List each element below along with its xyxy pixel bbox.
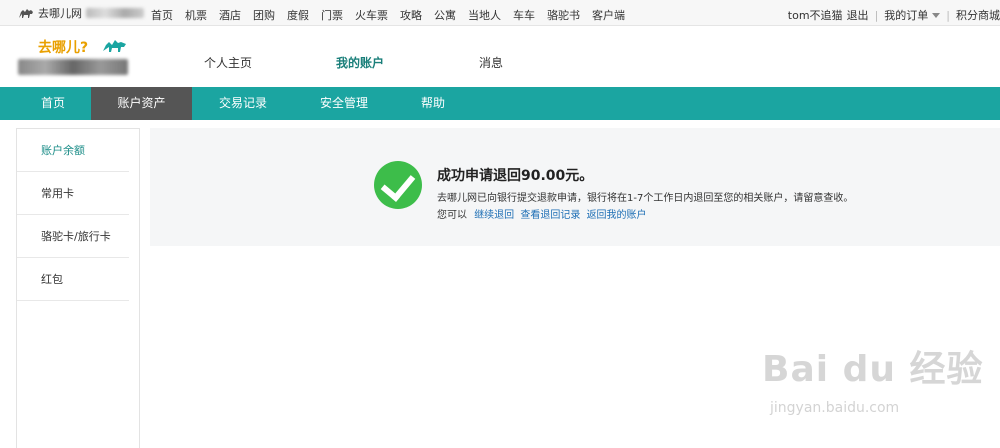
- logout-link[interactable]: 退出: [847, 7, 869, 23]
- site-logo[interactable]: 去哪儿?: [18, 35, 133, 80]
- header: 去哪儿? 个人主页 我的账户 消息: [0, 27, 1000, 87]
- main-nav-transactions[interactable]: 交易记录: [205, 87, 281, 120]
- top-nav-item[interactable]: 火车票: [355, 7, 388, 23]
- top-nav-item[interactable]: 车车: [513, 7, 535, 23]
- sidebar: 账户余额 常用卡 骆驼卡/旅行卡 红包: [16, 128, 140, 448]
- success-title: 成功申请退回90.00元。: [437, 168, 594, 184]
- camel-icon: [19, 9, 33, 18]
- top-nav-item[interactable]: 首页: [151, 7, 173, 23]
- sidebar-item-red-packet[interactable]: 红包: [17, 258, 129, 301]
- top-nav-item[interactable]: 公寓: [434, 7, 456, 23]
- divider: |: [874, 8, 879, 22]
- top-nav-item[interactable]: 酒店: [219, 7, 241, 23]
- blurred-username: [86, 8, 144, 18]
- top-nav-item[interactable]: 当地人: [468, 7, 501, 23]
- main-nav-help[interactable]: 帮助: [408, 87, 458, 120]
- top-nav-item[interactable]: 骆驼书: [547, 7, 580, 23]
- refund-records-link[interactable]: 查看退回记录: [520, 210, 580, 221]
- divider: |: [946, 8, 950, 22]
- main-nav: 首页 账户资产 交易记录 安全管理 帮助: [0, 87, 1000, 120]
- next-actions: 您可以 继续退回 查看退回记录 返回我的账户: [437, 206, 650, 221]
- top-brand-text: 去哪儿网: [38, 7, 82, 20]
- main-nav-account-assets[interactable]: 账户资产: [91, 87, 192, 120]
- logo-text: 去哪儿?: [38, 40, 89, 56]
- top-nav-item[interactable]: 攻略: [400, 7, 422, 23]
- top-nav: 首页 机票 酒店 团购 度假 门票 火车票 攻略 公寓 当地人 车车 骆驼书 客…: [151, 7, 637, 23]
- success-description: 去哪儿网已向银行提交退款申请，银行将在1-7个工作日内退回至您的相关账户，请留意…: [437, 193, 854, 204]
- sidebar-item-travel-card[interactable]: 骆驼卡/旅行卡: [17, 215, 129, 258]
- top-nav-item[interactable]: 客户端: [592, 7, 625, 23]
- my-orders-link[interactable]: 我的订单: [884, 7, 928, 23]
- chevron-down-icon[interactable]: [932, 12, 941, 18]
- baidu-jingyan-watermark: Bai du 经验 jingyan.baidu.com: [762, 340, 984, 416]
- next-actions-prefix: 您可以: [437, 210, 467, 221]
- success-panel: 成功申请退回90.00元。 去哪儿网已向银行提交退款申请，银行将在1-7个工作日…: [150, 128, 1000, 246]
- points-mall-link[interactable]: 积分商城: [956, 7, 1000, 23]
- header-nav-messages[interactable]: 消息: [479, 54, 503, 71]
- top-utility-bar: 去哪儿网 首页 机票 酒店 团购 度假 门票 火车票 攻略 公寓 当地人 车车 …: [0, 0, 1000, 26]
- main-nav-security[interactable]: 安全管理: [306, 87, 382, 120]
- sidebar-item-balance[interactable]: 账户余额: [17, 129, 129, 172]
- sidebar-item-cards[interactable]: 常用卡: [17, 172, 129, 215]
- watermark-main: Bai du 经验: [762, 349, 984, 390]
- header-nav-account[interactable]: 我的账户: [336, 54, 384, 71]
- blurred-logo-subtitle: [18, 59, 128, 75]
- top-nav-item[interactable]: 度假: [287, 7, 309, 23]
- top-nav-item[interactable]: 机票: [185, 7, 207, 23]
- camel-logo-icon: [103, 40, 126, 52]
- header-nav-profile[interactable]: 个人主页: [204, 54, 252, 71]
- continue-refund-link[interactable]: 继续退回: [474, 210, 514, 221]
- top-right-links: tom不追猫 退出 | 我的订单 | 积分商城: [788, 7, 1000, 23]
- top-nav-item[interactable]: 团购: [253, 7, 275, 23]
- top-nav-item[interactable]: 门票: [321, 7, 343, 23]
- main-nav-home[interactable]: 首页: [18, 87, 88, 120]
- success-check-icon: [374, 161, 422, 209]
- watermark-url: jingyan.baidu.com: [770, 400, 900, 416]
- username-link[interactable]: tom不追猫: [788, 7, 843, 23]
- top-brand[interactable]: 去哪儿网: [18, 5, 144, 21]
- back-to-account-link[interactable]: 返回我的账户: [587, 210, 647, 221]
